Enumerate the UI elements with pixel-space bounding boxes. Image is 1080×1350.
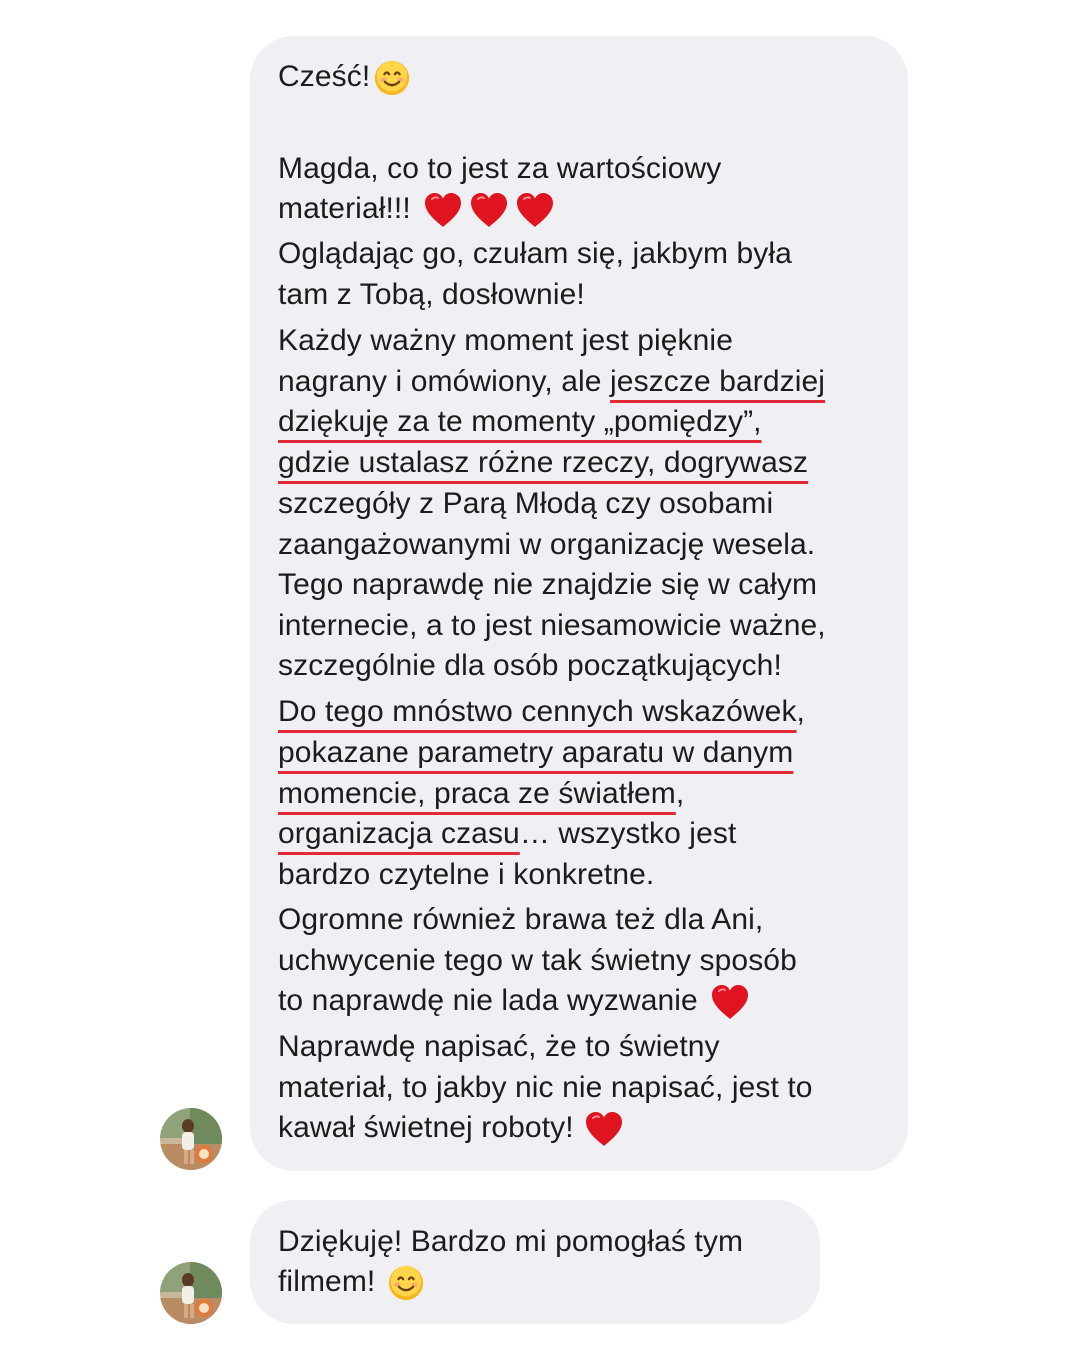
message-line: Naprawdę napisać, że to świetny (278, 1030, 720, 1063)
red-heart-emoji (423, 191, 463, 229)
message-line: materiał, to jakby nic nie napisać, jest… (278, 1071, 813, 1104)
message-line: Oglądając go, czułam się, jakbym była (278, 237, 792, 270)
message-line: uchwycenie tego w tak świetny sposób (278, 944, 797, 977)
message-bubble-received[interactable] (250, 1200, 820, 1324)
highlighted-phrase: jeszcze bardziej (610, 365, 826, 398)
red-heart-emoji (469, 191, 509, 229)
red-heart-emoji (515, 191, 555, 229)
message-line: filmem! (278, 1263, 425, 1302)
red-heart-emoji (584, 1110, 624, 1148)
message-line: bardzo czytelne i konkretne. (278, 858, 655, 891)
highlighted-line: dziękuję za te momenty „pomiędzy”, (278, 405, 762, 438)
sender-avatar[interactable] (160, 1108, 222, 1170)
highlighted-line: gdzie ustalasz różne rzeczy, dogrywasz (278, 446, 809, 479)
message-line: Dziękuję! Bardzo mi pomogłaś tym (278, 1225, 744, 1258)
message-line: momencie, praca ze światłem, (278, 777, 685, 810)
message-line: Magda, co to jest za wartościowy (278, 152, 722, 185)
message-line: Ogromne również brawa też dla Ani, (278, 903, 764, 936)
highlighted-phrase: organizacja czasu (278, 817, 520, 850)
smiling-face-emoji (387, 1264, 425, 1302)
highlighted-phrase: momencie, praca ze światłem (278, 777, 676, 810)
message-line: kawał świetnej roboty! (278, 1109, 624, 1148)
message-line: materiał!!! (278, 190, 555, 229)
message-line: organizacja czasu… wszystko jest (278, 817, 737, 850)
sender-avatar[interactable] (160, 1262, 222, 1324)
red-heart-emoji (710, 983, 750, 1021)
message-line: Każdy ważny moment jest pięknie (278, 324, 733, 357)
message-line: to naprawdę nie lada wyzwanie (278, 982, 750, 1021)
message-line: zaangażowanymi w organizację wesela. (278, 528, 816, 561)
highlighted-phrase: Do tego mnóstwo cennych wskazówek (278, 695, 797, 728)
message-line: Cześć! (278, 58, 411, 97)
highlighted-line: pokazane parametry aparatu w danym (278, 736, 794, 769)
smiling-face-emoji (373, 59, 411, 97)
message-line: szczególnie dla osób początkujących! (278, 649, 782, 682)
message-line: szczegóły z Parą Młodą czy osobami (278, 487, 774, 520)
message-line: internecie, a to jest niesamowicie ważne… (278, 609, 826, 642)
message-line: nagrany i omówiony, ale jeszcze bardziej (278, 365, 826, 398)
message-line: Do tego mnóstwo cennych wskazówek, (278, 695, 805, 728)
message-line: tam z Tobą, dosłownie! (278, 278, 585, 311)
message-line: Tego naprawdę nie znajdzie się w całym (278, 568, 818, 601)
